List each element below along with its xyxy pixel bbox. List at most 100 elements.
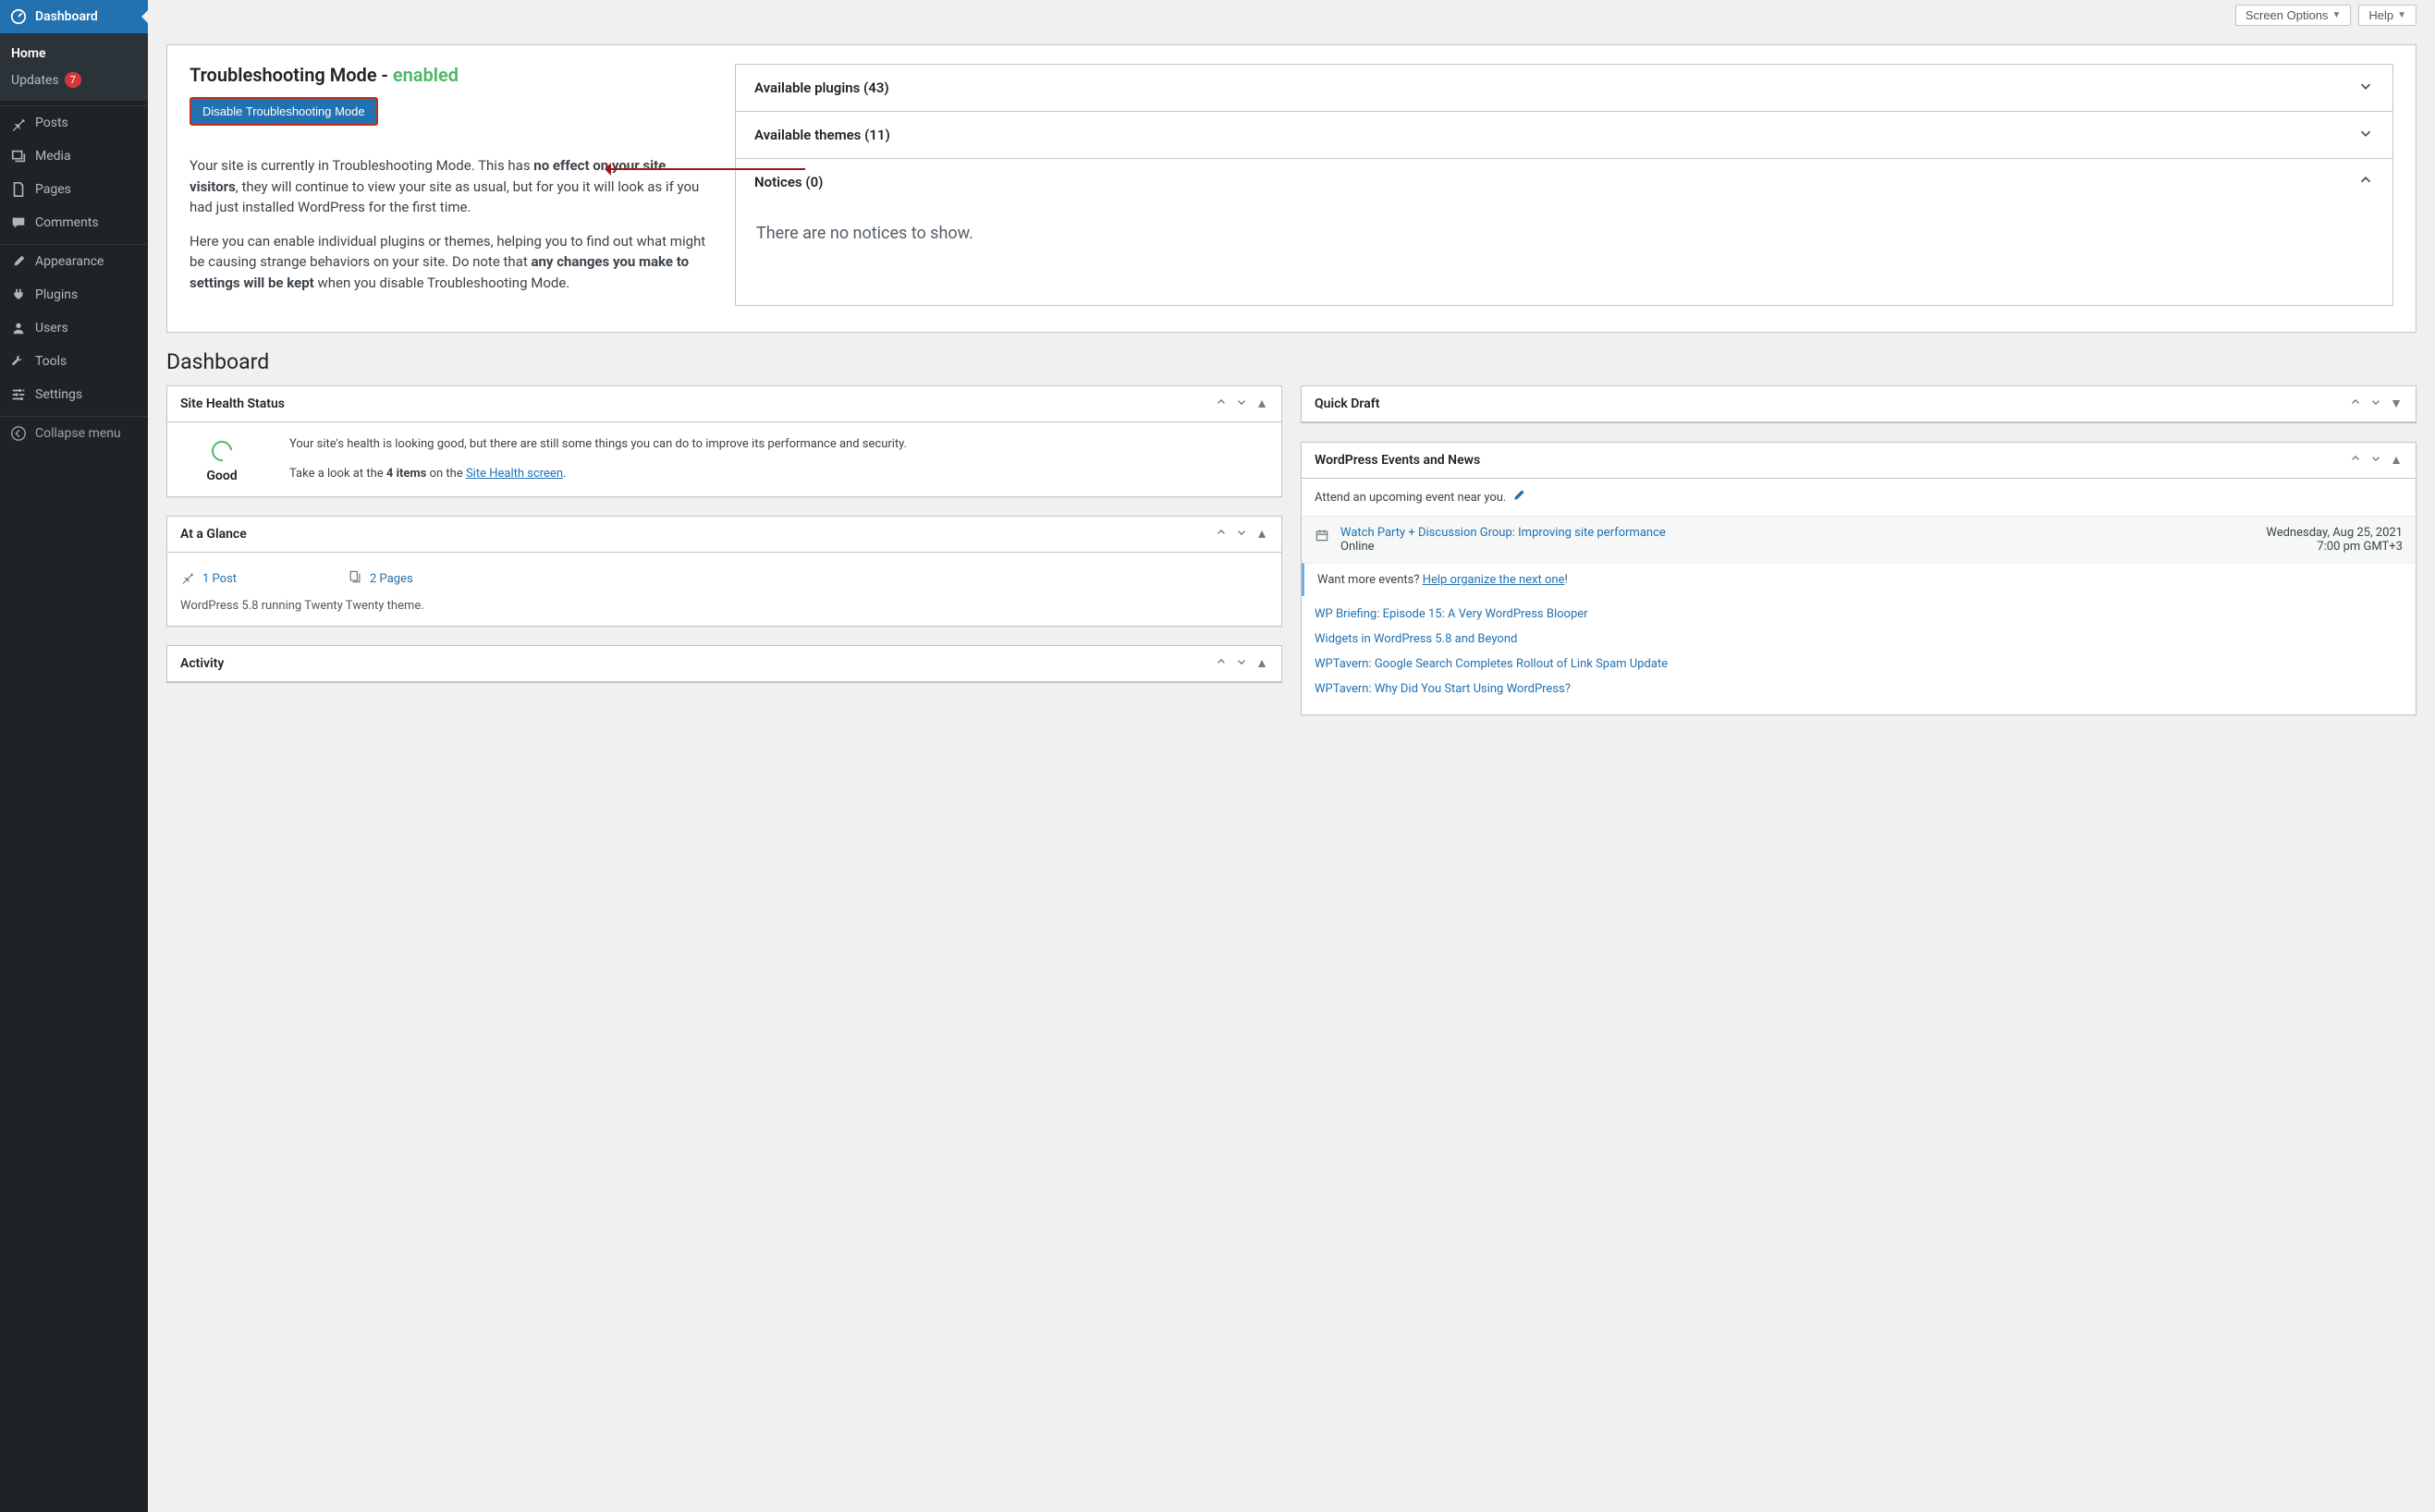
event-location: Online	[1340, 540, 2255, 554]
postbox-actions: ▲	[1215, 396, 1268, 412]
dashboard-col-right: Quick Draft ▼ WordPress Events and News …	[1301, 385, 2417, 715]
news-list: WP Briefing: Episode 15: A Very WordPres…	[1302, 596, 2416, 714]
move-up-icon[interactable]	[1215, 655, 1228, 672]
sidebar-item-users[interactable]: Users	[0, 311, 148, 345]
disable-troubleshooting-button[interactable]: Disable Troubleshooting Mode	[190, 97, 378, 126]
sidebar-item-dashboard[interactable]: Dashboard	[0, 0, 148, 33]
edit-location-icon[interactable]	[1511, 488, 1526, 506]
sidebar-item-tools[interactable]: Tools	[0, 345, 148, 378]
toggle-icon[interactable]: ▲	[1255, 396, 1268, 412]
troubleshooting-left: Troubleshooting Mode - enabled Disable T…	[190, 64, 707, 306]
health-row: Good Your site's health is looking good,…	[180, 435, 1268, 483]
toggle-icon[interactable]: ▲	[2390, 452, 2403, 469]
help-button[interactable]: Help ▼	[2358, 5, 2417, 26]
sidebar-label: Appearance	[35, 254, 141, 269]
page-title: Dashboard	[166, 349, 2417, 374]
user-icon	[9, 319, 28, 337]
sidebar-sub-updates[interactable]: Updates 7	[0, 67, 148, 93]
move-up-icon[interactable]	[2349, 452, 2362, 469]
toggle-icon[interactable]: ▲	[1255, 655, 1268, 672]
move-up-icon[interactable]	[1215, 526, 1228, 543]
gauge-circle-icon	[208, 437, 237, 466]
text-run: .	[563, 467, 566, 481]
accordion-item-notices: Notices (0) There are no notices to show…	[736, 159, 2392, 267]
sidebar-item-media[interactable]: Media	[0, 140, 148, 173]
move-up-icon[interactable]	[2349, 396, 2362, 412]
more-events-row: Want more events? Help organize the next…	[1302, 563, 2416, 596]
toggle-icon[interactable]: ▼	[2390, 396, 2403, 412]
button-label: Help	[2368, 8, 2393, 22]
move-down-icon[interactable]	[1235, 655, 1248, 672]
move-down-icon[interactable]	[2369, 452, 2382, 469]
troubleshooting-accordion: Available plugins (43) Available themes …	[735, 64, 2393, 306]
toggle-icon[interactable]: ▲	[1255, 526, 1268, 543]
pushpin-icon	[180, 569, 195, 588]
pushpin-icon	[9, 114, 28, 132]
admin-sidebar: Dashboard Home Updates 7 Posts Media Pag…	[0, 0, 148, 1512]
wrench-icon	[9, 352, 28, 371]
page-icon	[9, 180, 28, 199]
postbox-title: Quick Draft	[1315, 396, 1379, 411]
sidebar-sub-home[interactable]: Home	[0, 41, 148, 67]
news-link[interactable]: Widgets in WordPress 5.8 and Beyond	[1315, 627, 2403, 652]
troubleshooting-title: Troubleshooting Mode - enabled	[190, 64, 707, 86]
glance-row: 1 Post 2 Pages	[180, 566, 1268, 599]
postbox-actions: ▼	[2349, 396, 2403, 412]
sidebar-sub-label: Updates	[11, 73, 59, 88]
sidebar-item-settings[interactable]: Settings	[0, 378, 148, 411]
sidebar-item-appearance[interactable]: Appearance	[0, 245, 148, 278]
glance-version-line: WordPress 5.8 running Twenty Twenty them…	[180, 599, 1268, 613]
news-link[interactable]: WP Briefing: Episode 15: A Very WordPres…	[1315, 602, 2403, 627]
accordion-header-themes[interactable]: Available themes (11)	[736, 112, 2392, 158]
sidebar-label: Settings	[35, 387, 141, 402]
collapse-icon	[9, 424, 28, 443]
health-line1: Your site's health is looking good, but …	[289, 435, 1268, 454]
gauge-label: Good	[180, 469, 263, 483]
sidebar-label: Comments	[35, 215, 141, 230]
news-link[interactable]: WPTavern: Why Did You Start Using WordPr…	[1315, 677, 2403, 701]
accordion-item-plugins: Available plugins (43)	[736, 65, 2392, 112]
updates-count-badge: 7	[65, 72, 81, 88]
postbox-header: At a Glance ▲	[167, 517, 1281, 553]
triangle-down-icon: ▼	[2397, 10, 2406, 20]
chevron-up-icon	[2357, 172, 2374, 192]
accordion-title: Available plugins (43)	[754, 79, 889, 96]
postbox-header: Quick Draft ▼	[1302, 386, 2416, 422]
sidebar-item-collapse[interactable]: Collapse menu	[0, 417, 148, 450]
move-down-icon[interactable]	[2369, 396, 2382, 412]
text-bold: 4 items	[386, 467, 427, 481]
accordion-header-notices[interactable]: Notices (0)	[736, 159, 2392, 205]
event-title-link[interactable]: Watch Party + Discussion Group: Improvin…	[1340, 526, 2255, 540]
text-run: Want more events?	[1317, 573, 1423, 587]
quick-draft-postbox: Quick Draft ▼	[1301, 385, 2417, 423]
button-label: Screen Options	[2245, 8, 2329, 22]
triangle-down-icon: ▼	[2331, 10, 2341, 20]
activity-postbox: Activity ▲	[166, 645, 1282, 683]
troubleshoot-paragraph-2: Here you can enable individual plugins o…	[190, 231, 707, 294]
news-link[interactable]: WPTavern: Google Search Completes Rollou…	[1315, 652, 2403, 677]
screen-options-button[interactable]: Screen Options ▼	[2235, 5, 2352, 26]
sidebar-label: Dashboard	[35, 9, 141, 24]
glance-pages-link[interactable]: 2 Pages	[348, 569, 413, 588]
sidebar-submenu-dashboard: Home Updates 7	[0, 33, 148, 101]
health-gauge: Good	[180, 435, 263, 483]
sidebar-item-plugins[interactable]: Plugins	[0, 278, 148, 311]
move-down-icon[interactable]	[1235, 396, 1248, 412]
media-icon	[9, 147, 28, 165]
move-up-icon[interactable]	[1215, 396, 1228, 412]
sidebar-item-pages[interactable]: Pages	[0, 173, 148, 206]
sidebar-label: Posts	[35, 116, 141, 130]
health-text: Your site's health is looking good, but …	[289, 435, 1268, 481]
glance-posts-link[interactable]: 1 Post	[180, 569, 237, 588]
accordion-title: Notices (0)	[754, 174, 823, 190]
accordion-header-plugins[interactable]: Available plugins (43)	[736, 65, 2392, 111]
organize-event-link[interactable]: Help organize the next one	[1423, 573, 1565, 587]
site-health-link[interactable]: Site Health screen	[466, 467, 563, 481]
sidebar-item-posts[interactable]: Posts	[0, 106, 148, 140]
move-down-icon[interactable]	[1235, 526, 1248, 543]
brush-icon	[9, 252, 28, 271]
sidebar-item-comments[interactable]: Comments	[0, 206, 148, 239]
sidebar-label: Media	[35, 149, 141, 164]
postbox-actions: ▲	[1215, 526, 1268, 543]
sidebar-sub-label: Home	[11, 46, 46, 61]
